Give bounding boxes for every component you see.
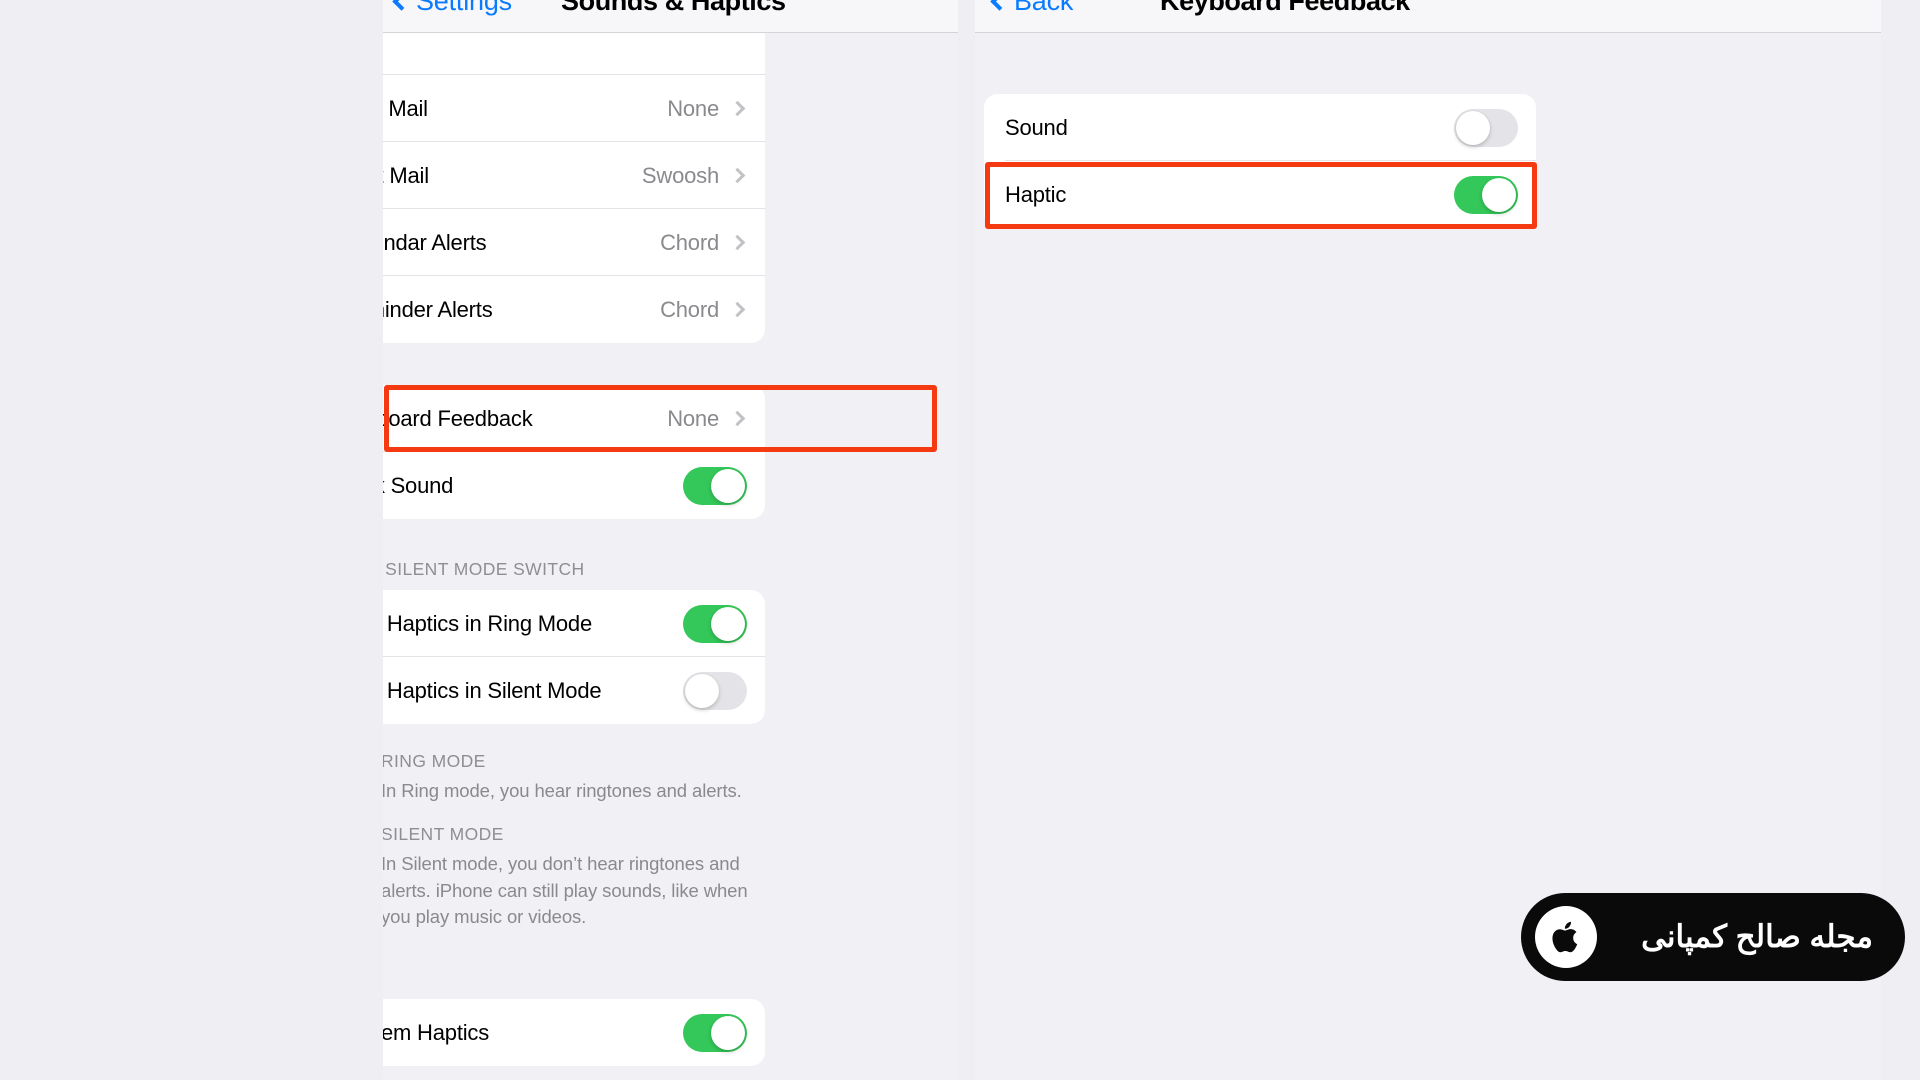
- toggle-knob: [1456, 110, 1490, 145]
- play-haptics-silent-row: Play Haptics in Silent Mode: [383, 657, 765, 724]
- table-row[interactable]: Calendar Alerts Chord: [383, 209, 765, 276]
- settings-back-button[interactable]: Settings: [392, 0, 512, 17]
- table-row[interactable]: Sent Mail Swoosh: [383, 142, 765, 209]
- row-label: Sound: [1005, 114, 1068, 140]
- silent-mode-footnote: SILENT MODE In Silent mode, you don’t he…: [383, 823, 781, 931]
- row-label: Keyboard Feedback: [383, 405, 533, 431]
- toggle-knob: [711, 1015, 745, 1050]
- ring-mode-footnote: RING MODE In Ring mode, you hear rington…: [383, 750, 742, 805]
- row-accessory: None: [667, 96, 747, 122]
- play-haptics-ring-toggle[interactable]: [683, 604, 747, 643]
- row-value: Swoosh: [641, 162, 719, 188]
- haptic-toggle[interactable]: [1454, 175, 1518, 214]
- sound-toggle[interactable]: [1454, 108, 1518, 147]
- table-row[interactable]: Reminder Alerts Chord: [383, 276, 765, 343]
- back-button-label: Back: [1014, 0, 1074, 16]
- system-haptics-card: System Haptics: [383, 999, 765, 1066]
- play-haptics-ring-row: Play Haptics in Ring Mode: [383, 590, 765, 657]
- row-label: Haptic: [1005, 181, 1067, 207]
- chevron-left-icon: [990, 0, 1009, 11]
- toggle-knob: [711, 468, 745, 503]
- footnote-title: SILENT MODE: [383, 824, 504, 844]
- footnote-text: SILENT MODE In Silent mode, you don’t he…: [383, 823, 781, 931]
- row-label: Lock Sound: [383, 472, 454, 498]
- ring-silent-card: Play Haptics in Ring Mode Play Haptics i…: [383, 590, 765, 724]
- keyboard-feedback-options-card: Sound Haptic: [984, 94, 1536, 228]
- watermark-badge: مجله صالح کمپانی: [1521, 893, 1905, 981]
- lock-sound-toggle[interactable]: [683, 466, 747, 505]
- left-page-title: Sounds & Haptics: [561, 0, 786, 16]
- chevron-left-icon: [392, 0, 411, 11]
- row-value: None: [667, 95, 719, 121]
- system-haptics-toggle[interactable]: [683, 1013, 747, 1052]
- row-label: Calendar Alerts: [383, 229, 487, 255]
- table-row[interactable]: New Mail None: [383, 75, 765, 142]
- chevron-right-icon: [729, 100, 746, 117]
- row-accessory: Chord: [660, 230, 747, 256]
- footnote-text: RING MODE In Ring mode, you hear rington…: [383, 750, 742, 805]
- play-haptics-silent-toggle[interactable]: [683, 671, 747, 710]
- row-label: System Haptics: [383, 1019, 490, 1045]
- row-label: Play Haptics in Silent Mode: [383, 677, 602, 703]
- left-navigation-bar: Settings Sounds & Haptics: [383, 0, 958, 33]
- chevron-right-icon: [729, 234, 746, 251]
- toggle-knob: [711, 606, 745, 641]
- row-value: None: [667, 405, 719, 431]
- clipped-row-top: [383, 33, 765, 75]
- alert-sounds-card: New Mail None Sent Mail Swoosh Calendar …: [383, 33, 765, 343]
- row-label: Reminder Alerts: [383, 296, 493, 322]
- row-accessory: Swoosh: [642, 163, 747, 189]
- back-button-label: Settings: [416, 0, 512, 16]
- haptic-row: Haptic: [984, 161, 1536, 228]
- lock-sound-row: Lock Sound: [383, 452, 765, 519]
- sound-row: Sound: [984, 94, 1536, 161]
- right-page-title: Keyboard Feedback: [1160, 0, 1410, 16]
- toggle-knob: [1482, 177, 1516, 212]
- screenshot-canvas: Settings Sounds & Haptics New Mail None …: [0, 0, 1920, 1080]
- page-background-left: [0, 0, 383, 1080]
- chevron-right-icon: [729, 167, 746, 184]
- panel-divider: [958, 0, 975, 1080]
- keyboard-and-lock-card: Keyboard Feedback None Lock Sound: [383, 385, 765, 519]
- row-accessory: Chord: [660, 297, 747, 323]
- row-accessory: None: [667, 406, 747, 432]
- ring-silent-section-header: RING / SILENT MODE SWITCH: [383, 559, 585, 579]
- watermark-text: مجله صالح کمپانی: [1641, 919, 1873, 954]
- system-haptics-row: System Haptics: [383, 999, 765, 1066]
- toggle-knob: [685, 673, 719, 708]
- footnote-body: In Silent mode, you don’t hear ringtones…: [383, 853, 748, 928]
- sounds-and-haptics-panel: Settings Sounds & Haptics New Mail None …: [383, 0, 958, 1080]
- keyboard-feedback-row[interactable]: Keyboard Feedback None: [383, 385, 765, 452]
- footnote-title: RING MODE: [383, 751, 486, 771]
- row-value: Chord: [660, 296, 719, 322]
- row-label: Play Haptics in Ring Mode: [383, 610, 593, 636]
- apple-logo-icon: [1535, 906, 1597, 968]
- row-label: Sent Mail: [383, 162, 429, 188]
- chevron-right-icon: [729, 301, 746, 318]
- footnote-body: In Ring mode, you hear ringtones and ale…: [383, 780, 742, 801]
- right-navigation-bar: Back Keyboard Feedback: [975, 0, 1881, 33]
- row-label: New Mail: [383, 95, 428, 121]
- row-value: Chord: [660, 229, 719, 255]
- chevron-right-icon: [729, 410, 746, 427]
- back-button[interactable]: Back: [990, 0, 1074, 17]
